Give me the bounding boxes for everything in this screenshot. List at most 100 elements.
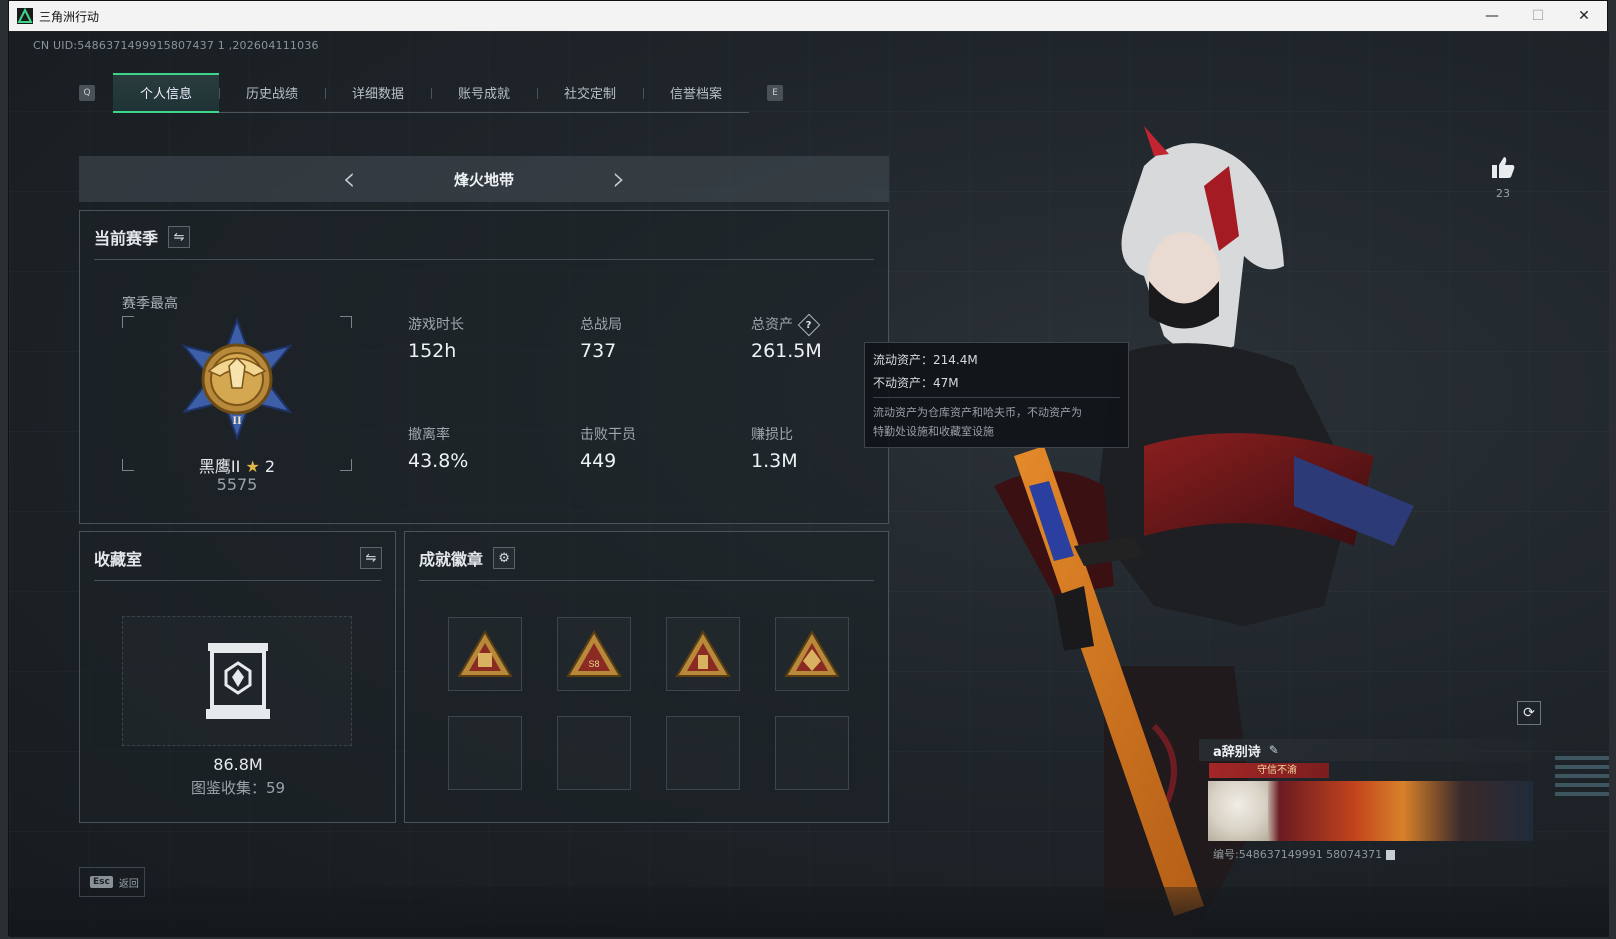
stat-label-text: 总资产: [751, 317, 793, 333]
badge-triangle-icon: [457, 630, 513, 677]
uid-text: CN UID:5486371499915807437 1 ,2026041110…: [33, 39, 319, 52]
mode-selector: ‹ 烽火地带 ›: [79, 156, 889, 202]
rank-emblem-icon: II: [181, 317, 293, 441]
swap-collection-icon[interactable]: ⇋: [360, 547, 382, 569]
collection-panel: 收藏室 ⇋ 86.8M 图鉴收集：59: [79, 531, 396, 823]
empty-badge-slot[interactable]: [775, 716, 849, 790]
badge-triangle-icon: [675, 630, 731, 677]
nickname: a辞别诗: [1213, 744, 1261, 760]
player-id: 编号:548637149991 58074371: [1213, 846, 1396, 862]
empty-badge-slot[interactable]: [448, 716, 522, 790]
badge-slot[interactable]: [666, 617, 740, 691]
close-button[interactable]: ✕: [1561, 1, 1607, 31]
help-icon[interactable]: ?: [797, 313, 821, 337]
mode-prev-button[interactable]: ‹: [329, 156, 369, 202]
tab-credit[interactable]: 信誉档案: [643, 73, 749, 113]
copy-icon[interactable]: [1386, 850, 1396, 860]
prev-tab-key[interactable]: Q: [79, 85, 95, 101]
liquid-assets: 流动资产：214.4M: [873, 353, 978, 367]
stat-label: 总资产?: [751, 313, 822, 337]
stat-label: 撤离率: [408, 427, 450, 443]
stat-play-time: 游戏时长 152h: [408, 314, 464, 362]
stat-value: 449: [580, 450, 617, 472]
badges-panel: 成就徽章 ⚙ S8: [404, 531, 889, 823]
stat-total-assets: 总资产? 261.5M: [751, 313, 822, 362]
empty-badge-slot[interactable]: [666, 716, 740, 790]
stat-value: 737: [580, 340, 617, 362]
stat-profit-loss: 赚损比 1.3M: [751, 424, 798, 472]
minimize-button[interactable]: —: [1469, 1, 1515, 31]
decorative-glow: [1555, 756, 1609, 801]
game-view: CN UID:5486371499915807437 1 ,2026041110…: [9, 31, 1609, 937]
mode-title: 烽火地带: [453, 170, 514, 189]
empty-badge-slot[interactable]: [557, 716, 631, 790]
player-id-text: 编号:548637149991 58074371: [1213, 848, 1383, 861]
divider: [94, 580, 381, 581]
stat-value: 43.8%: [408, 450, 469, 472]
badge-slot[interactable]: S8: [557, 617, 631, 691]
avatar[interactable]: [1208, 781, 1268, 841]
tab-achievements[interactable]: 账号成就: [431, 73, 537, 113]
assets-tooltip: 流动资产：214.4M 不动资产：47M 流动资产为仓库资产和哈夫币，不动资产为…: [864, 342, 1129, 448]
tab-personal-info[interactable]: 个人信息: [113, 72, 219, 113]
tab-bar: Q 个人信息 历史战绩 详细数据 账号成就 社交定制 信誉档案 E: [79, 72, 783, 113]
title-tag: 守信不渝: [1209, 763, 1329, 778]
badges-panel-title: 成就徽章: [419, 550, 484, 569]
app-logo-icon: [17, 7, 33, 24]
stat-label: 总战局: [580, 317, 622, 333]
esc-key-icon: Esc: [90, 876, 113, 888]
mode-next-button[interactable]: ›: [599, 156, 639, 202]
stat-label: 击败干员: [580, 427, 636, 443]
stat-value: 261.5M: [751, 340, 822, 362]
title-bar: 三角洲行动 — ☐ ✕: [9, 1, 1607, 31]
badge-triangle-icon: S8: [566, 630, 622, 677]
collection-value: 86.8M: [213, 755, 263, 774]
fixed-assets: 不动资产：47M: [873, 376, 959, 390]
profile-banner[interactable]: [1208, 781, 1533, 841]
collection-panel-title: 收藏室: [94, 550, 143, 569]
rank-title: 黑鹰II: [198, 457, 241, 476]
thumbs-up-icon[interactable]: [1490, 155, 1516, 179]
like-count: 23: [1496, 187, 1510, 200]
gear-icon[interactable]: ⚙: [493, 547, 516, 569]
rank-frame: II: [122, 316, 352, 471]
rank-star-icon: ★: [245, 457, 260, 476]
stat-extract-rate: 撤离率 43.8%: [408, 424, 468, 472]
tab-history[interactable]: 历史战绩: [219, 73, 325, 113]
maximize-button[interactable]: ☐: [1515, 1, 1561, 31]
back-button[interactable]: Esc 返回: [79, 867, 145, 897]
stat-kills: 击败干员 449: [580, 424, 636, 472]
season-best-label: 赛季最高: [122, 296, 178, 312]
like-block: 23: [1483, 155, 1523, 200]
divider: [94, 259, 874, 260]
badge-slot[interactable]: [448, 617, 522, 691]
rank-score: 5575: [216, 475, 258, 494]
badge-slot[interactable]: [775, 617, 849, 691]
collection-count: 图鉴收集：59: [190, 779, 286, 797]
svg-text:II: II: [232, 413, 242, 427]
rank-name: 黑鹰II ★ 2: [122, 453, 352, 477]
season-panel-title: 当前赛季: [94, 229, 159, 248]
help-glyph: ?: [806, 319, 812, 331]
window-title: 三角洲行动: [39, 9, 100, 24]
collection-display[interactable]: [122, 616, 352, 746]
refresh-icon[interactable]: ⟳: [1517, 701, 1541, 725]
stat-label: 游戏时长: [408, 317, 464, 333]
app-window: 三角洲行动 — ☐ ✕ CN UID:5486371499915807437 1…: [8, 0, 1609, 937]
tooltip-note-line2: 特勤处设施和收藏室设施: [873, 425, 994, 438]
bottom-bar: [9, 887, 1609, 937]
tab-detailed-data[interactable]: 详细数据: [325, 73, 431, 113]
stat-value: 1.3M: [751, 450, 798, 472]
swap-season-icon[interactable]: ⇋: [168, 226, 191, 248]
rank-stars: 2: [264, 457, 276, 476]
back-label: 返回: [118, 878, 139, 890]
svg-text:S8: S8: [588, 659, 599, 669]
edit-icon[interactable]: ✎: [1269, 743, 1279, 757]
display-case-icon: [206, 643, 270, 719]
badge-triangle-icon: [784, 630, 840, 677]
divider: [419, 580, 874, 581]
season-panel: 当前赛季 ⇋ 赛季最高 II 黑鹰II ★ 2 5575 游戏时长 152h 总…: [79, 210, 889, 524]
tab-social[interactable]: 社交定制: [537, 73, 643, 113]
stat-value: 152h: [408, 340, 457, 362]
next-tab-key[interactable]: E: [767, 85, 783, 101]
